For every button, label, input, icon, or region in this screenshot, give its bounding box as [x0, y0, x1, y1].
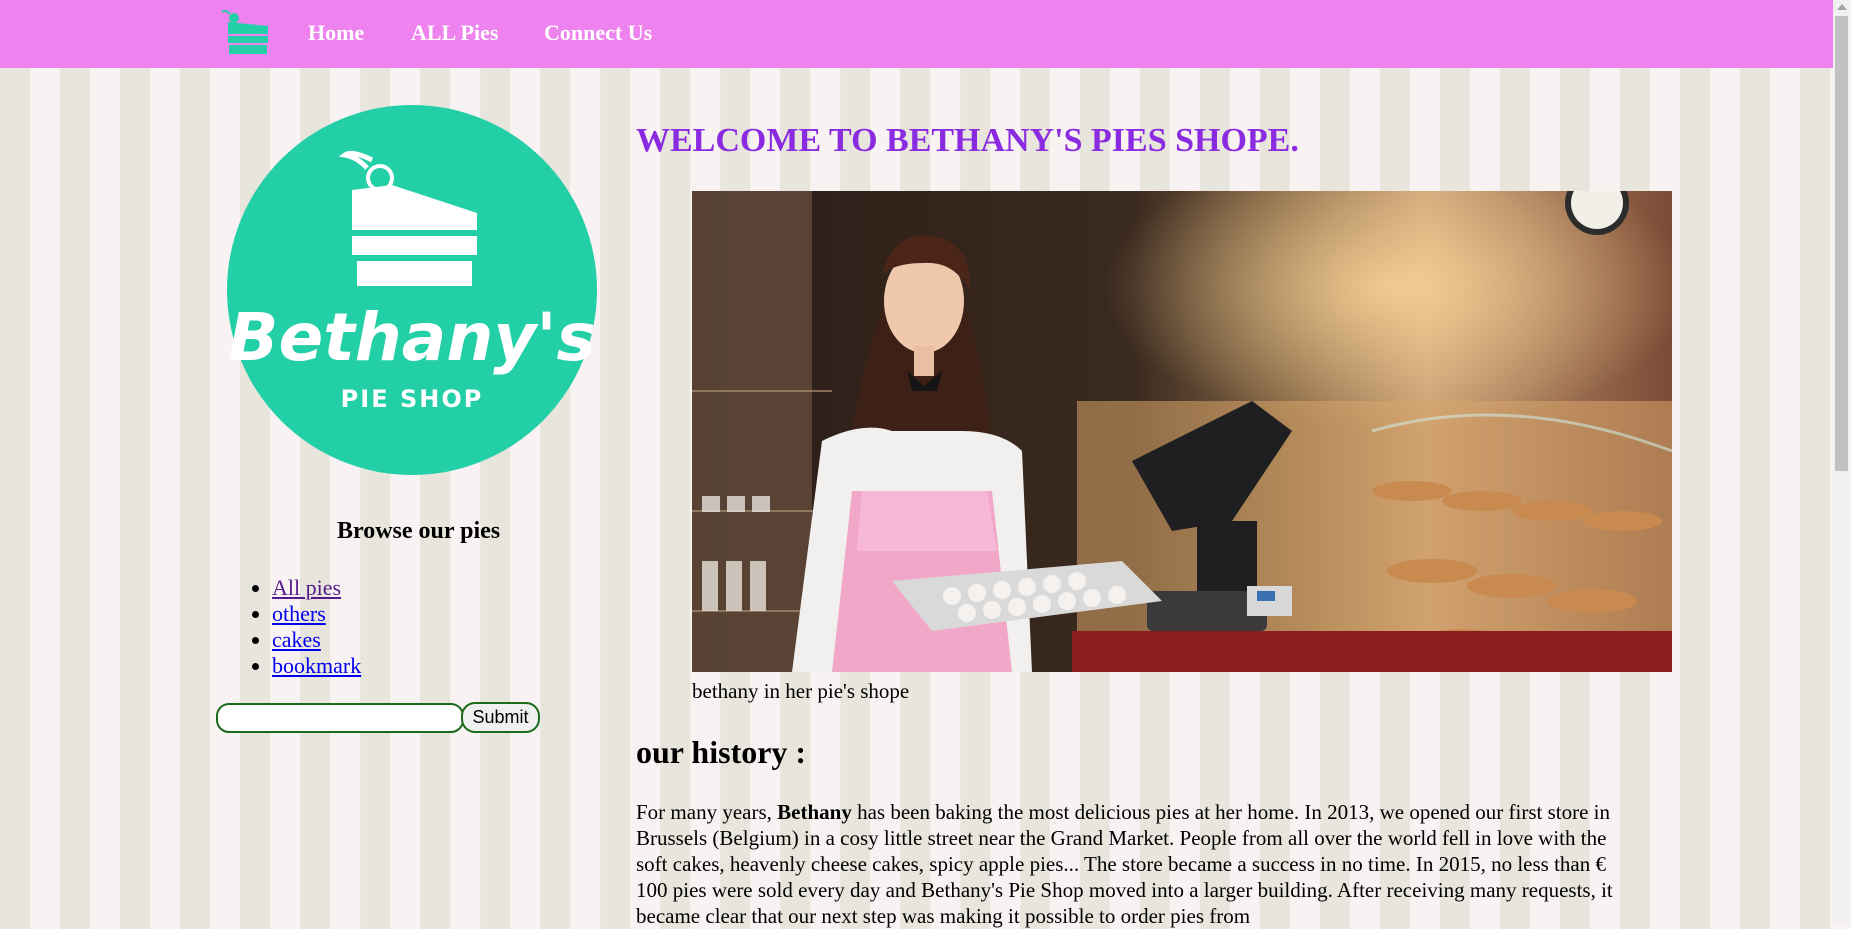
link-bookmark[interactable]: bookmark	[272, 653, 361, 678]
list-item: bookmark	[272, 653, 361, 679]
vertical-scrollbar[interactable]	[1833, 0, 1851, 924]
pie-links-list: All pies others cakes bookmark	[232, 575, 361, 679]
history-text-bold: Bethany	[777, 800, 852, 824]
hero-image	[692, 191, 1672, 672]
bethanys-pie-shop-logo: Bethany's PIE SHOP	[227, 105, 597, 475]
hero-caption: bethany in her pie's shope	[692, 679, 910, 703]
list-item: cakes	[272, 627, 361, 653]
list-item: All pies	[272, 575, 361, 601]
browse-title: Browse our pies	[337, 518, 501, 544]
submit-button[interactable]: Submit	[461, 702, 540, 733]
link-all-pies[interactable]: All pies	[272, 575, 341, 600]
list-item: others	[272, 601, 361, 627]
welcome-heading: WELCOME TO BETHANY'S PIES SHOPE.	[636, 122, 1299, 159]
nav-link-all-pies[interactable]: ALL Pies	[411, 20, 498, 46]
history-heading: our history :	[636, 734, 807, 770]
logo-subtitle-text: PIE SHOP	[341, 385, 484, 413]
scroll-up-arrow-icon[interactable]	[1837, 4, 1847, 10]
link-cakes[interactable]: cakes	[272, 627, 321, 652]
logo-brand-text: Bethany's	[228, 299, 596, 376]
nav-link-connect-us[interactable]: Connect Us	[544, 20, 652, 46]
cake-slice-icon[interactable]	[216, 8, 276, 56]
nav-link-home[interactable]: Home	[308, 20, 364, 46]
search-input[interactable]	[216, 703, 464, 733]
scrollbar-thumb[interactable]	[1835, 16, 1848, 471]
history-text-before: For many years,	[636, 800, 778, 824]
top-navbar: Home ALL Pies Connect Us	[0, 0, 1833, 68]
link-others[interactable]: others	[272, 601, 326, 626]
history-paragraph: For many years, Bethany has been baking …	[636, 799, 1636, 929]
